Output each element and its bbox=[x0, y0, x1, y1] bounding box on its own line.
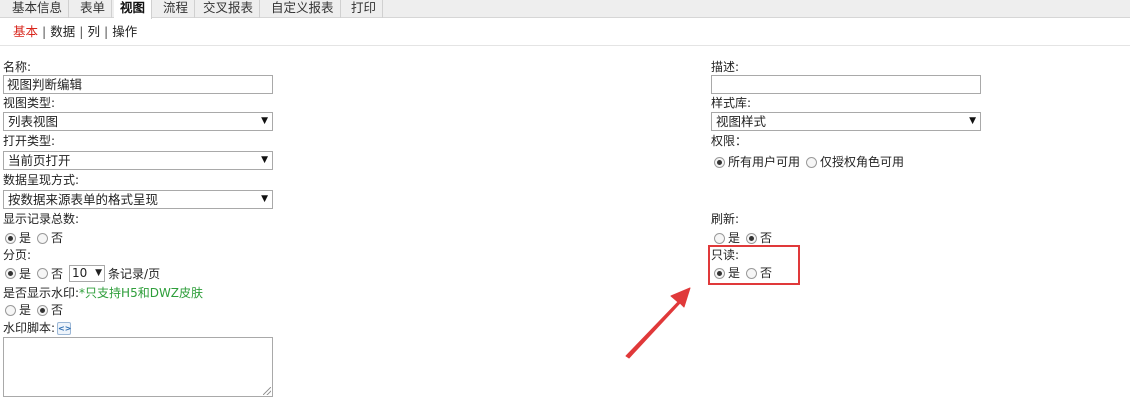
red-arrow-icon bbox=[625, 287, 691, 359]
annotation-arrow-overlay bbox=[625, 287, 691, 359]
